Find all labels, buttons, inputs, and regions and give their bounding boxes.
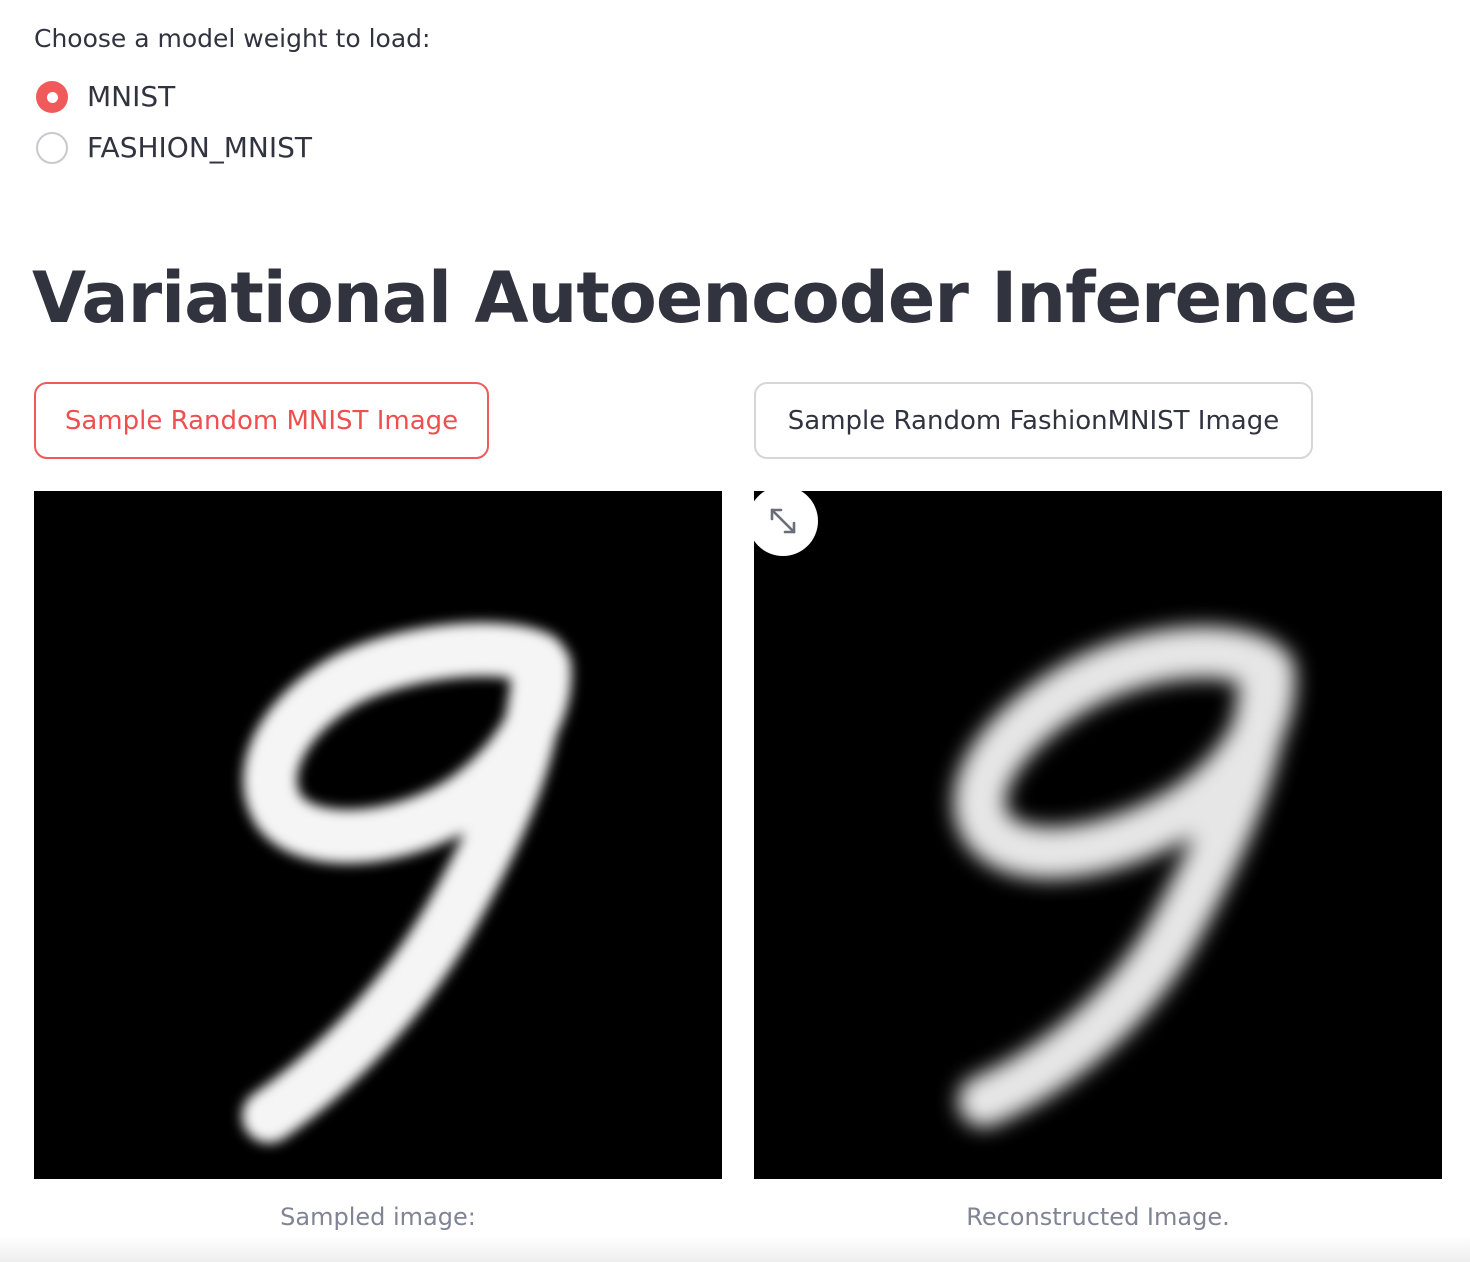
app-page: Choose a model weight to load: MNIST FAS… [0, 0, 1470, 1262]
radio-option-fashion-mnist-label: FASHION_MNIST [87, 131, 312, 164]
radio-option-mnist-label: MNIST [87, 80, 176, 113]
sampled-image-caption: Sampled image: [280, 1203, 476, 1231]
reconstructed-image-caption: Reconstructed Image. [966, 1203, 1230, 1231]
fullscreen-button[interactable] [748, 486, 818, 556]
bottom-divider [0, 1236, 1470, 1262]
radio-option-fashion-mnist[interactable]: FASHION_MNIST [36, 131, 312, 165]
radio-checked-icon[interactable] [36, 81, 68, 113]
expand-arrows-icon [770, 508, 796, 534]
model-weight-label: Choose a model weight to load: [34, 24, 431, 53]
page-title: Variational Autoencoder Inference [32, 257, 1358, 339]
radio-unchecked-icon[interactable] [36, 132, 68, 164]
sample-fashionmnist-button[interactable]: Sample Random FashionMNIST Image [754, 382, 1313, 459]
sampled-image [34, 491, 722, 1179]
reconstructed-image [754, 491, 1442, 1179]
radio-option-mnist[interactable]: MNIST [36, 80, 175, 114]
sample-mnist-button[interactable]: Sample Random MNIST Image [34, 382, 489, 459]
